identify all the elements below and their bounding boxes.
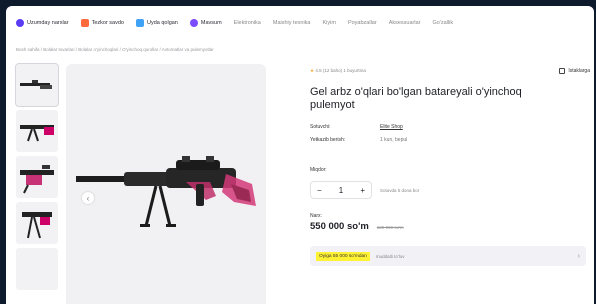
current-price: 550 000 so'm <box>310 221 369 232</box>
thumbnail[interactable] <box>16 156 58 198</box>
chevron-left-icon: ‹ <box>86 193 90 203</box>
breadcrumb[interactable]: Bosh sahifa / Bolalar tovarlari / Bolala… <box>16 47 214 52</box>
heart-icon <box>559 68 566 74</box>
nav-item-4[interactable]: Elektronika <box>230 17 265 29</box>
meta-row-delivery: Yetkazib berish: 1 kun, bepul <box>310 137 408 143</box>
chevron-right-icon: › <box>577 252 580 260</box>
sun-icon <box>189 19 198 27</box>
thumbnail[interactable] <box>16 202 58 244</box>
price-row: 550 000 so'm 620 000 so'm <box>310 221 590 232</box>
nav-item-0[interactable]: Uzumday narxlar <box>12 16 73 30</box>
home-icon <box>135 19 144 27</box>
gun-thumbnail-image <box>20 125 54 142</box>
quantity-label: Miqdor: <box>310 167 327 173</box>
product-title: Gel arbz o'qlari bo'lgan batareyali o'yi… <box>310 86 522 111</box>
tag-icon <box>16 19 24 27</box>
product-main-image[interactable]: ‹ <box>66 64 266 304</box>
installment-text: muddatli to'lov <box>375 253 405 259</box>
installment-badge: Oyiga 55 000 so'mdan <box>316 251 370 261</box>
wishlist-button[interactable]: Istaklarga <box>559 68 590 74</box>
nav-item-6[interactable]: Kiyim <box>318 17 339 29</box>
stock-note: Sotuvda 5 dona bor <box>380 187 420 193</box>
thumbnail[interactable] <box>16 248 58 290</box>
nav-item-7[interactable]: Poyabzallar <box>344 17 381 29</box>
bolt-icon <box>80 19 89 27</box>
thumbnail[interactable] <box>15 63 59 107</box>
minus-icon[interactable]: − <box>317 186 322 195</box>
gun-thumbnail-image <box>20 165 54 194</box>
installment-banner[interactable]: Oyiga 55 000 so'mdan muddatli to'lov › <box>310 246 586 266</box>
plus-icon[interactable]: + <box>360 186 365 195</box>
thumbnail[interactable] <box>16 110 58 152</box>
nav-item-9[interactable]: Go'zallik <box>428 17 457 29</box>
star-icon: ★ <box>310 68 315 73</box>
rating-text[interactable]: ★ 4.5 (12 baho) 1 buyurtma <box>310 68 366 74</box>
nav-item-8[interactable]: Aksessuarlar <box>385 17 425 29</box>
product-meta: Sotuvchi: Elite Shop Yetkazib berish: 1 … <box>310 124 590 143</box>
nav-item-5[interactable]: Maishiy texnika <box>269 17 315 29</box>
quantity-value: 1 <box>338 185 344 195</box>
product-info: ★ 4.5 (12 baho) 1 buyurtma Istaklarga Ge… <box>310 66 590 266</box>
old-price: 620 000 so'm <box>376 225 404 230</box>
gun-thumbnail-image <box>22 212 52 239</box>
seller-link[interactable]: Elite Shop <box>380 124 403 130</box>
gun-thumbnail-image <box>20 80 52 89</box>
nav-item-1[interactable]: Tezkor savdo <box>77 16 128 30</box>
quantity-stepper[interactable]: − 1 + <box>310 181 372 199</box>
quantity-row: − 1 + Sotuvda 5 dona bor <box>310 181 590 199</box>
rating-row: ★ 4.5 (12 baho) 1 buyurtma Istaklarga <box>310 66 590 76</box>
previous-image-button[interactable]: ‹ <box>82 192 94 204</box>
toy-machine-gun-image <box>76 156 256 227</box>
nav-item-2[interactable]: Uyda qolgan <box>132 16 182 30</box>
nav-item-3[interactable]: Mavsum <box>186 16 226 30</box>
price-label: Narx: <box>310 213 322 219</box>
thumbnail-strip <box>15 63 62 294</box>
meta-row-seller: Sotuvchi: Elite Shop <box>310 124 403 130</box>
category-navbar: Uzumday narxlar Tezkor savdo Uyda qolgan… <box>6 6 594 40</box>
page-frame: Uzumday narxlar Tezkor savdo Uyda qolgan… <box>6 6 594 304</box>
